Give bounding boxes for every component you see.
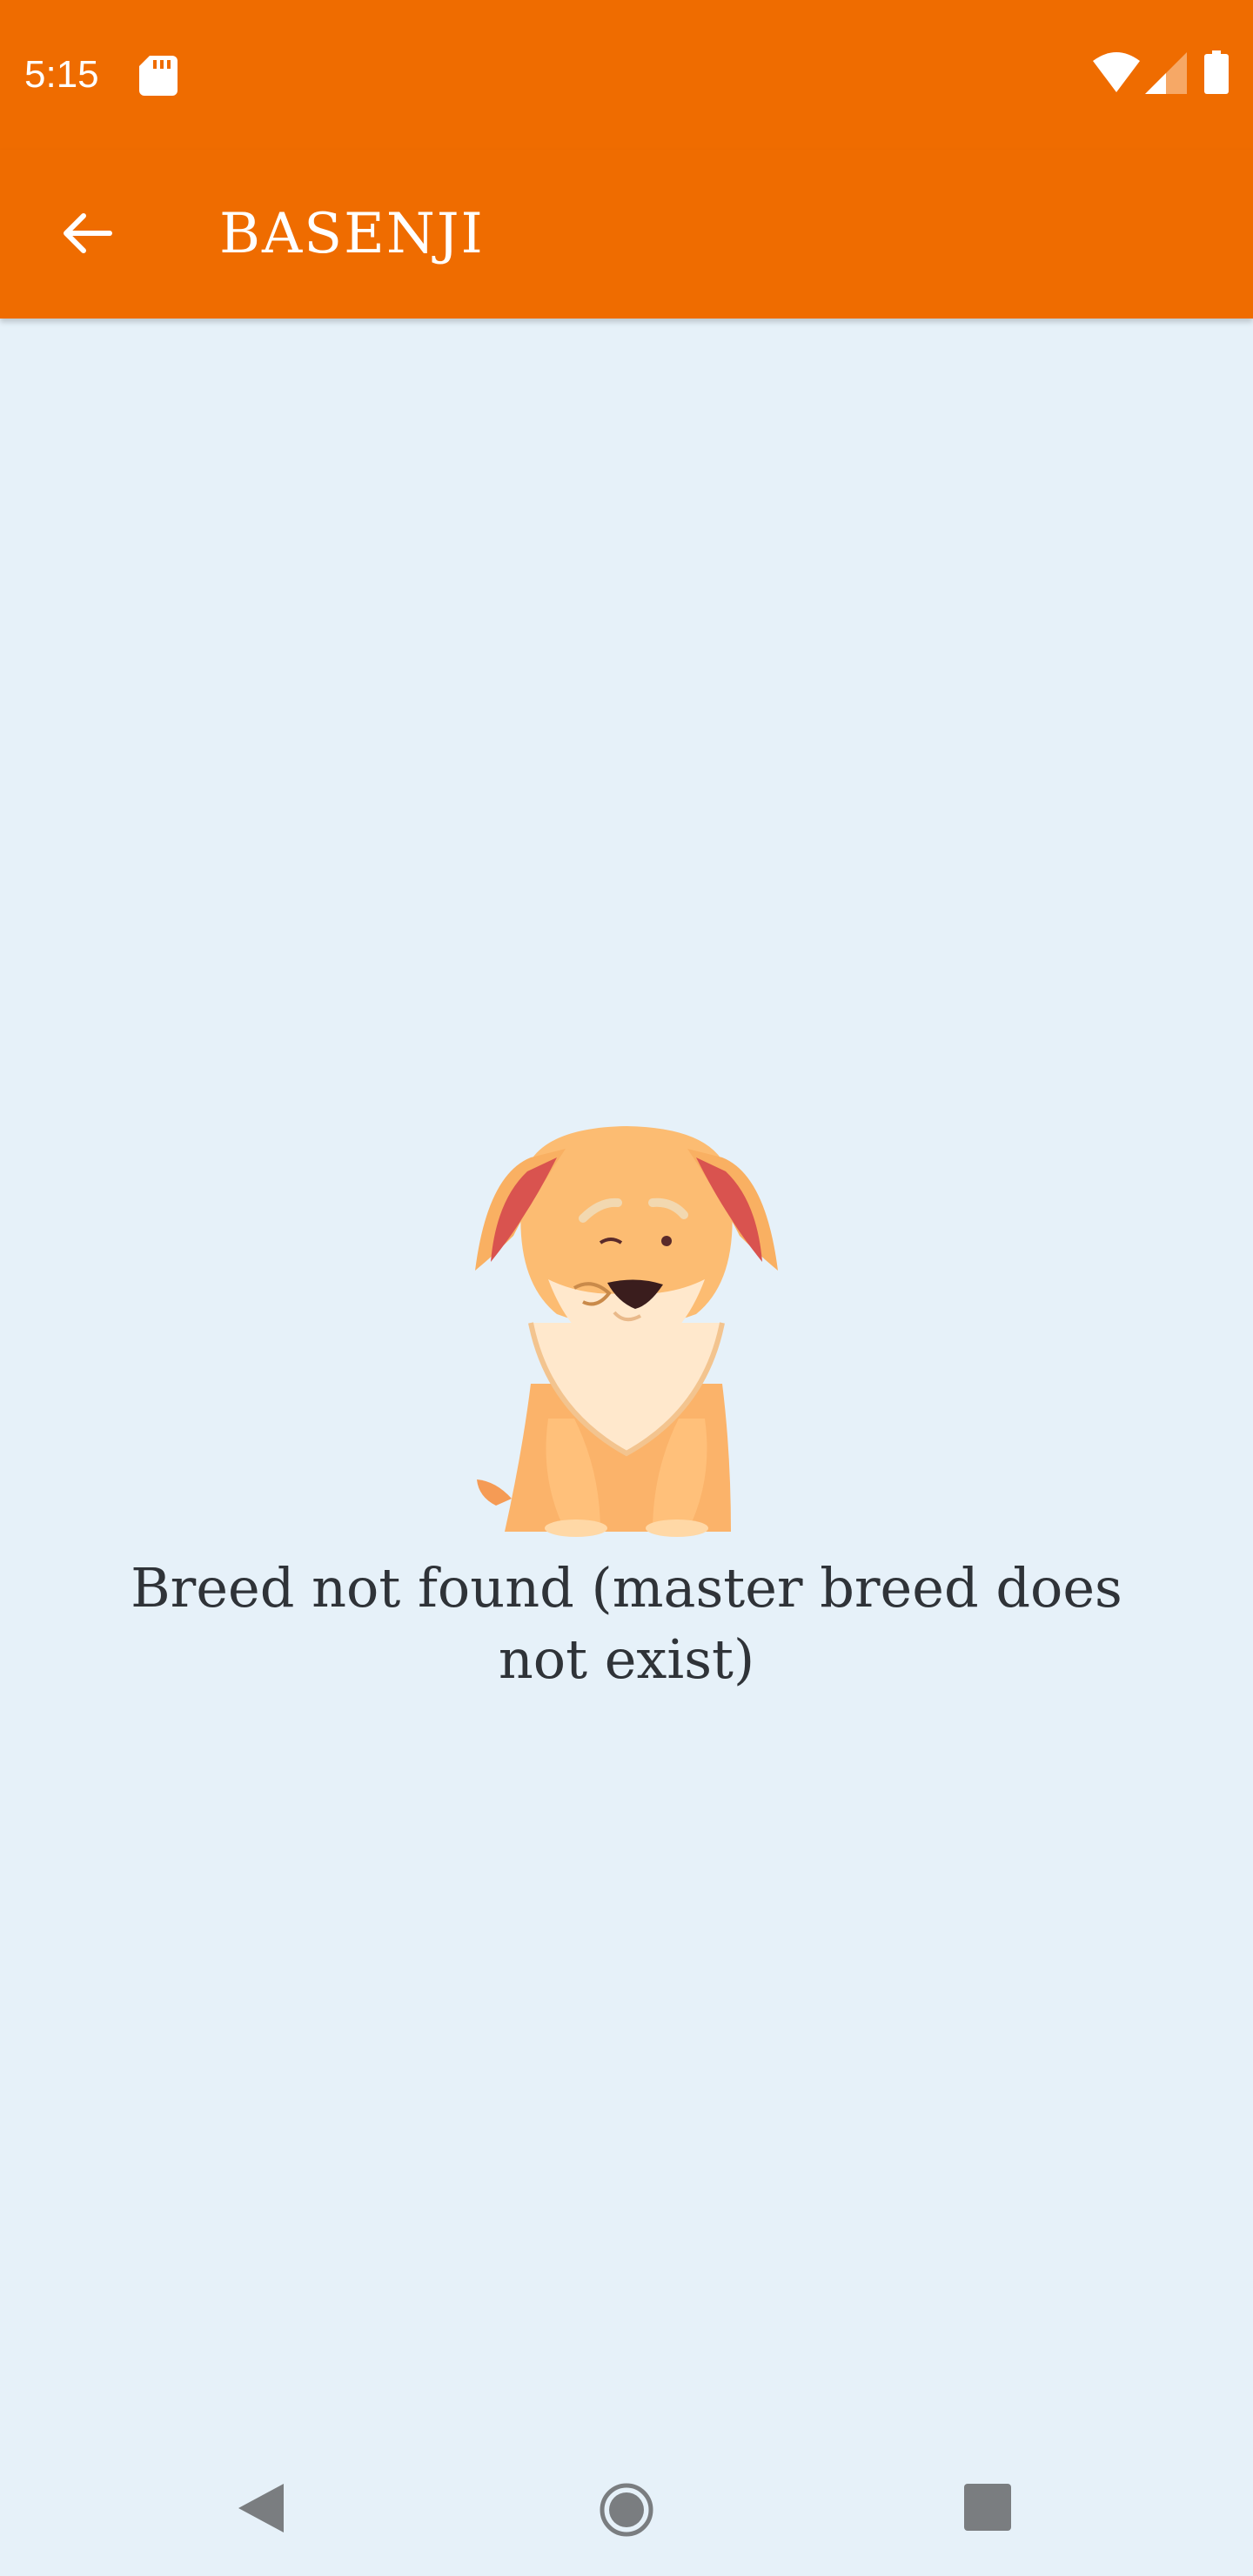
nav-home-icon[interactable] xyxy=(599,2482,654,2538)
sad-dog-illustration xyxy=(475,1126,778,1537)
nav-back-icon[interactable] xyxy=(235,2480,287,2536)
error-message: Breed not found (master breed does not e… xyxy=(131,1556,1122,1691)
system-nav-bar xyxy=(0,2454,1253,2576)
page-title: BASENJI xyxy=(219,202,485,266)
arrow-back-icon xyxy=(64,213,112,253)
back-button[interactable] xyxy=(42,188,132,278)
nav-recents-icon[interactable] xyxy=(964,2484,1011,2531)
toolbar: BASENJI xyxy=(0,150,1253,319)
wifi-icon xyxy=(1093,52,1140,92)
status-time: 5:15 xyxy=(24,53,99,96)
status-bar: 5:15 xyxy=(0,0,1253,150)
cell-signal-icon xyxy=(1145,52,1187,94)
empty-state: Breed not found (master breed does not e… xyxy=(0,1123,1253,1695)
sd-card-icon xyxy=(139,56,178,96)
battery-icon xyxy=(1204,50,1229,94)
